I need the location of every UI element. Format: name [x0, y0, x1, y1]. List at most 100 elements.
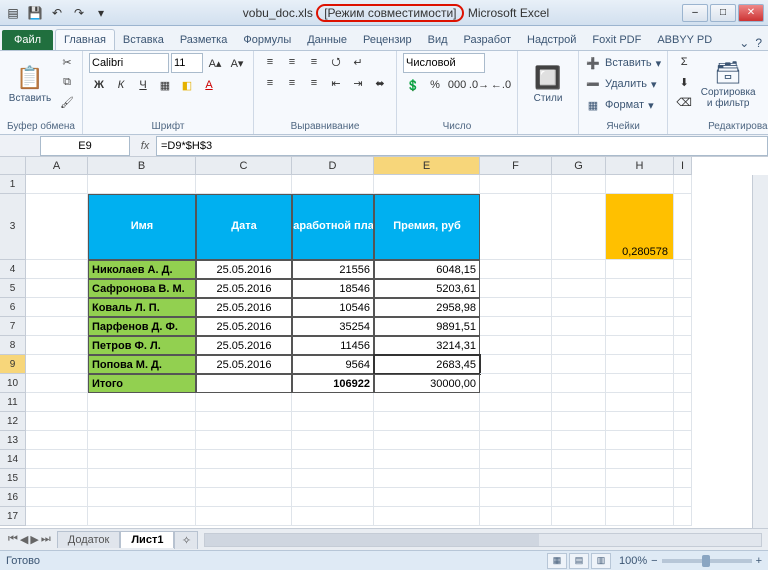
cell[interactable] [26, 431, 88, 450]
cell[interactable] [292, 469, 374, 488]
col-header-F[interactable]: F [480, 157, 552, 175]
cell[interactable] [606, 336, 674, 355]
fill-color-icon[interactable]: ◧ [177, 76, 197, 94]
cell[interactable]: 25.05.2016 [196, 260, 292, 279]
cell[interactable]: 21556 [292, 260, 374, 279]
cell[interactable] [26, 317, 88, 336]
column-headers[interactable]: ABCDEFGHI [26, 157, 692, 175]
cell[interactable] [196, 175, 292, 194]
row-header-7[interactable]: 7 [0, 317, 26, 336]
sheet-nav[interactable]: ⏮◀▶⏭ [8, 533, 51, 546]
cell[interactable] [374, 393, 480, 412]
cell[interactable]: 9564 [292, 355, 374, 374]
cell[interactable] [374, 175, 480, 194]
cell[interactable]: Сумма заработной платы, руб. [292, 194, 374, 260]
cell[interactable]: Дата [196, 194, 292, 260]
cell[interactable] [552, 488, 606, 507]
row-header-9[interactable]: 9 [0, 355, 26, 374]
cell[interactable] [480, 175, 552, 194]
vertical-scrollbar[interactable] [752, 175, 768, 528]
cell[interactable]: 0,280578 [606, 194, 674, 260]
save-icon[interactable]: 💾 [26, 4, 44, 22]
wrap-text-icon[interactable]: ↵ [348, 53, 368, 71]
cell[interactable] [674, 393, 692, 412]
indent-dec-icon[interactable]: ⇤ [326, 74, 346, 92]
cell[interactable]: 10546 [292, 298, 374, 317]
cell[interactable] [606, 393, 674, 412]
cell[interactable]: 106922 [292, 374, 374, 393]
help-icon[interactable]: ? [755, 36, 762, 50]
row-header-1[interactable]: 1 [0, 175, 26, 194]
cell[interactable] [26, 469, 88, 488]
sheet-tab-2[interactable]: Лист1 [120, 531, 174, 548]
indent-inc-icon[interactable]: ⇥ [348, 74, 368, 92]
row-header-15[interactable]: 15 [0, 469, 26, 488]
cell[interactable] [26, 260, 88, 279]
tab-addins[interactable]: Надстрой [519, 30, 584, 50]
cell[interactable] [674, 317, 692, 336]
find-select-button[interactable]: 🔍Найти и выделить [762, 53, 768, 117]
cell[interactable] [552, 336, 606, 355]
clear-icon[interactable]: ⌫ [674, 93, 694, 111]
cell[interactable]: 25.05.2016 [196, 298, 292, 317]
align-middle-icon[interactable]: ≡ [282, 53, 302, 71]
cell[interactable] [26, 450, 88, 469]
cell[interactable] [374, 507, 480, 526]
row-header-12[interactable]: 12 [0, 412, 26, 431]
cell[interactable] [674, 412, 692, 431]
col-header-H[interactable]: H [606, 157, 674, 175]
tab-review[interactable]: Рецензир [355, 30, 420, 50]
currency-icon[interactable]: 💲 [403, 76, 423, 94]
cut-icon[interactable]: ✂ [58, 53, 76, 71]
font-color-icon[interactable]: A [199, 76, 219, 94]
sort-filter-button[interactable]: 🗃Сортировка и фильтр [698, 53, 758, 117]
excel-icon[interactable]: ▤ [4, 4, 22, 22]
sheet-tab-1[interactable]: Додаток [57, 531, 121, 548]
cell[interactable] [606, 175, 674, 194]
cell[interactable] [480, 317, 552, 336]
cell[interactable] [26, 336, 88, 355]
col-header-A[interactable]: A [26, 157, 88, 175]
cell[interactable] [88, 507, 196, 526]
select-all-corner[interactable] [0, 157, 26, 175]
cell[interactable] [480, 393, 552, 412]
cell[interactable] [480, 355, 552, 374]
cell[interactable] [674, 431, 692, 450]
cell[interactable]: 2683,45 [374, 355, 480, 374]
cell[interactable]: Коваль Л. П. [88, 298, 196, 317]
cell[interactable] [606, 374, 674, 393]
cell[interactable] [674, 298, 692, 317]
row-header-11[interactable]: 11 [0, 393, 26, 412]
italic-button[interactable]: К [111, 76, 131, 94]
font-name-select[interactable] [89, 53, 169, 73]
zoom-in-icon[interactable]: + [756, 555, 762, 567]
cell[interactable] [374, 450, 480, 469]
cell[interactable] [552, 279, 606, 298]
minimize-ribbon-icon[interactable]: ⌄ [739, 36, 749, 50]
cell[interactable] [26, 507, 88, 526]
cell[interactable] [26, 175, 88, 194]
cell[interactable] [606, 412, 674, 431]
cell[interactable]: 2958,98 [374, 298, 480, 317]
inc-decimal-icon[interactable]: .0→ [469, 76, 489, 94]
comma-icon[interactable]: 000 [447, 76, 467, 94]
cell[interactable] [480, 260, 552, 279]
cell[interactable] [88, 469, 196, 488]
cell[interactable] [674, 336, 692, 355]
tab-data[interactable]: Данные [299, 30, 355, 50]
cell[interactable] [552, 260, 606, 279]
cell[interactable] [674, 488, 692, 507]
cell[interactable] [26, 374, 88, 393]
number-format-select[interactable] [403, 53, 485, 73]
merge-icon[interactable]: ⬌ [370, 74, 390, 92]
cell[interactable] [552, 450, 606, 469]
cell[interactable] [88, 412, 196, 431]
cell[interactable] [292, 431, 374, 450]
cell[interactable] [674, 507, 692, 526]
row-header-4[interactable]: 4 [0, 260, 26, 279]
view-layout-icon[interactable]: ▤ [569, 553, 589, 569]
redo-icon[interactable]: ↷ [70, 4, 88, 22]
cell[interactable]: 25.05.2016 [196, 336, 292, 355]
col-header-C[interactable]: C [196, 157, 292, 175]
delete-cells-button[interactable]: ➖Удалить ▾ [585, 74, 657, 94]
